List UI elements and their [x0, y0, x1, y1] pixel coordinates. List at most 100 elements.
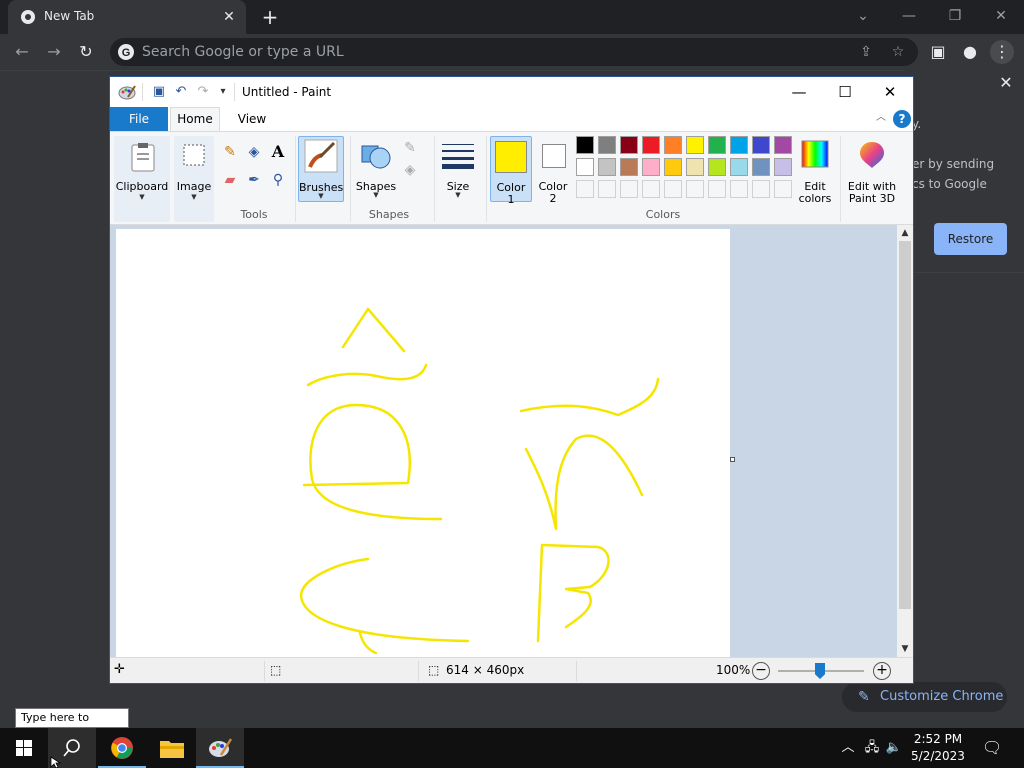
clock-time[interactable]: 2:52 PM	[908, 732, 968, 746]
text-tool-icon[interactable]: A	[268, 142, 288, 162]
paint-maximize-button[interactable]: ☐	[822, 77, 868, 107]
clock-date[interactable]: 5/2/2023	[908, 749, 968, 763]
forward-arrow-icon[interactable]: →	[42, 40, 66, 64]
customize-qat-icon[interactable]: ▾	[214, 83, 232, 101]
paint-close-button[interactable]: ✕	[867, 77, 913, 107]
show-hidden-icons-chevron-icon[interactable]: ︿	[838, 738, 858, 758]
chrome-minimize-button[interactable]: —	[896, 4, 922, 28]
chrome-menu-icon[interactable]: ⋮	[990, 40, 1014, 64]
palette-swatch[interactable]	[730, 136, 748, 154]
scroll-up-icon[interactable]: ▲	[897, 225, 913, 241]
tab-home[interactable]: Home	[170, 107, 220, 132]
custom-color-slot[interactable]	[598, 180, 616, 198]
custom-color-slot[interactable]	[686, 180, 704, 198]
fill-icon[interactable]: ◈	[400, 160, 420, 180]
palette-swatch[interactable]	[598, 158, 616, 176]
custom-color-slot[interactable]	[730, 180, 748, 198]
start-button[interactable]	[0, 728, 48, 768]
side-panel-icon[interactable]: ▣	[926, 40, 950, 64]
zoom-out-icon[interactable]: −	[752, 662, 770, 680]
custom-color-slot[interactable]	[774, 180, 792, 198]
palette-swatch[interactable]	[686, 158, 704, 176]
volume-icon[interactable]: 🔈	[884, 738, 904, 758]
chrome-restore-button[interactable]: ❐	[942, 4, 968, 28]
customize-chrome-button[interactable]: ✎ Customize Chrome	[842, 682, 1007, 712]
zoom-slider-thumb[interactable]	[815, 663, 825, 679]
chrome-titlebar: New Tab ✕ + ⌄ — ❐ ✕	[0, 0, 1024, 34]
taskbar-chrome[interactable]	[98, 728, 146, 768]
palette-swatch[interactable]	[708, 158, 726, 176]
custom-color-slot[interactable]	[708, 180, 726, 198]
taskbar-file-explorer[interactable]	[148, 728, 196, 768]
chrome-favicon-icon	[21, 10, 35, 24]
color2-button[interactable]: Color 2	[534, 136, 572, 205]
undo-icon[interactable]: ↶	[172, 83, 190, 101]
paint-minimize-button[interactable]: —	[776, 77, 822, 107]
drawing-canvas[interactable]	[116, 229, 730, 657]
palette-swatch[interactable]	[620, 136, 638, 154]
notice-close-icon[interactable]: ✕	[996, 73, 1016, 93]
palette-swatch[interactable]	[642, 158, 660, 176]
notifications-icon[interactable]: 🗨	[982, 738, 1002, 758]
palette-swatch[interactable]	[620, 158, 638, 176]
help-icon[interactable]: ?	[893, 110, 911, 128]
palette-swatch[interactable]	[752, 136, 770, 154]
reload-icon[interactable]: ↻	[74, 40, 98, 64]
palette-swatch[interactable]	[774, 158, 792, 176]
profile-icon[interactable]: ●	[958, 40, 982, 64]
magnifier-icon[interactable]: ⚲	[268, 170, 288, 190]
edit-colors-button[interactable]: Edit colors	[796, 136, 834, 205]
custom-color-slot[interactable]	[642, 180, 660, 198]
taskbar-paint[interactable]	[196, 728, 244, 768]
omnibox[interactable]: G Search Google or type a URL ⇪ ☆	[110, 38, 918, 66]
new-tab-button[interactable]: +	[258, 5, 282, 29]
shapes-button[interactable]: Shapes ▼	[354, 136, 398, 202]
fill-bucket-icon[interactable]: ◈	[244, 142, 264, 162]
color-picker-icon[interactable]: ✒	[244, 170, 264, 190]
back-arrow-icon[interactable]: ←	[10, 40, 34, 64]
restore-button[interactable]: Restore	[934, 223, 1007, 255]
tab-search-chevron-icon[interactable]: ⌄	[850, 4, 876, 28]
edit-with-paint3d-button[interactable]: Edit with Paint 3D	[844, 136, 900, 205]
zoom-in-icon[interactable]: +	[873, 662, 891, 680]
bookmark-star-icon[interactable]: ☆	[888, 42, 908, 62]
brushes-button[interactable]: Brushes ▼	[298, 136, 344, 202]
custom-color-slot[interactable]	[620, 180, 638, 198]
vertical-scrollbar[interactable]: ▲ ▼	[897, 225, 913, 657]
eraser-icon[interactable]: ▰	[220, 170, 240, 190]
tab-new-tab[interactable]: New Tab ✕	[8, 0, 246, 34]
size-button[interactable]: Size ▼	[438, 136, 478, 202]
image-button[interactable]: Image ▼	[174, 136, 214, 222]
save-icon[interactable]: ▣	[150, 83, 168, 101]
tab-close-icon[interactable]: ✕	[220, 8, 238, 26]
scroll-down-icon[interactable]: ▼	[897, 641, 913, 657]
scrollbar-thumb[interactable]	[899, 241, 911, 609]
palette-swatch[interactable]	[576, 136, 594, 154]
pencil-tool-icon[interactable]: ✎	[220, 142, 240, 162]
tab-file[interactable]: File	[110, 107, 168, 131]
outline-icon[interactable]: ✎	[400, 138, 420, 158]
custom-color-slot[interactable]	[752, 180, 770, 198]
palette-swatch[interactable]	[686, 136, 704, 154]
palette-swatch[interactable]	[708, 136, 726, 154]
palette-swatch[interactable]	[642, 136, 660, 154]
ribbon-collapse-icon[interactable]: ︿	[874, 111, 888, 125]
palette-swatch[interactable]	[774, 136, 792, 154]
palette-swatch[interactable]	[730, 158, 748, 176]
palette-swatch[interactable]	[664, 136, 682, 154]
network-icon[interactable]: 🖧	[862, 738, 882, 758]
chrome-close-button[interactable]: ✕	[988, 4, 1014, 28]
palette-swatch[interactable]	[576, 158, 594, 176]
custom-color-slot[interactable]	[664, 180, 682, 198]
clipboard-button[interactable]: Clipboard ▼	[114, 136, 170, 222]
share-icon[interactable]: ⇪	[856, 42, 876, 62]
palette-swatch[interactable]	[664, 158, 682, 176]
color1-button[interactable]: Color 1	[490, 136, 532, 206]
redo-icon[interactable]: ↷	[194, 83, 212, 101]
canvas-resize-handle[interactable]	[730, 457, 735, 462]
custom-color-slot[interactable]	[576, 180, 594, 198]
image-label: Image	[176, 180, 212, 193]
tab-view[interactable]: View	[230, 107, 274, 131]
palette-swatch[interactable]	[598, 136, 616, 154]
palette-swatch[interactable]	[752, 158, 770, 176]
